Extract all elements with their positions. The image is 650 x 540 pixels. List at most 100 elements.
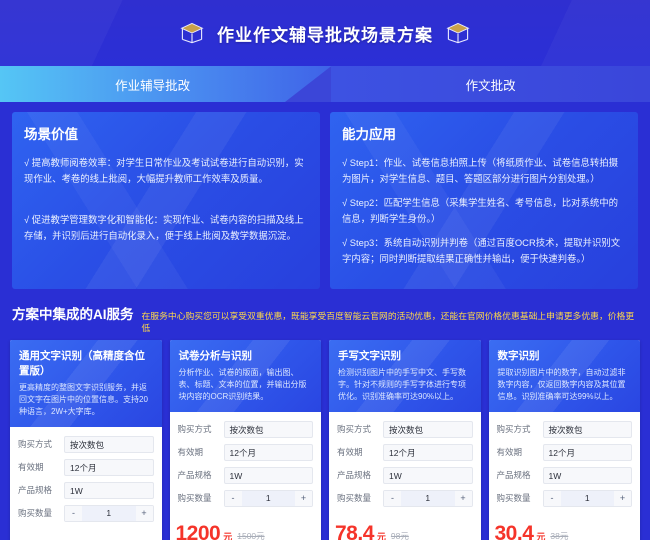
tab-bar: 作业辅导批改 作文批改 xyxy=(0,66,650,102)
scenario-value-panel: 场景价值 √ 提高教师阅卷效率：对学生日常作业及考试试卷进行自动识别，实现作业、… xyxy=(12,112,320,290)
product-card-header: 通用文字识别（高精度含位置版） 更高精度的整图文字识别服务，并返回文字在图片中的… xyxy=(10,339,162,427)
field-validity: 有效期 12个月 xyxy=(18,458,154,476)
product-card-header: 数字识别 提取识别图片中的数字，自动过滤非数字内容，仅返回数字内容及其位置信息。… xyxy=(488,339,640,412)
validity-value[interactable]: 12个月 xyxy=(542,443,632,461)
product-name: 通用文字识别（高精度含位置版） xyxy=(19,349,145,377)
field-label: 购买方式 xyxy=(177,424,212,435)
field-quantity: 购买数量 - 1 + xyxy=(18,504,154,522)
hero-banner: 作业作文辅导批改场景方案 xyxy=(0,0,650,66)
field-purchase-method: 购买方式 按次数包 xyxy=(177,420,313,438)
field-spec: 产品规格 1W xyxy=(177,466,313,484)
capability-step-item: √ Step2：匹配学生信息（采集学生姓名、考号信息，比对系统中的信息，判断学生… xyxy=(342,197,619,224)
product-name: 手写文字识别 xyxy=(338,349,401,362)
quantity-value[interactable]: 1 xyxy=(401,490,455,506)
price-unit: 元 xyxy=(536,531,546,540)
price-unit: 元 xyxy=(376,531,386,540)
scenario-value-item: √ 促进教学管理数字化和智能化：实现作业、试卷内容的扫描及线上存储，并识别后进行… xyxy=(24,214,304,241)
current-price: 78.4 xyxy=(335,521,374,540)
current-price: 30.4 xyxy=(494,521,534,540)
panel-title: 场景价值 xyxy=(24,127,78,142)
spec-value[interactable]: 1W xyxy=(223,466,313,484)
quantity-increment-button[interactable]: + xyxy=(614,490,631,506)
field-label: 产品规格 xyxy=(177,470,212,481)
price-unit: 元 xyxy=(223,531,233,540)
product-name: 数字识别 xyxy=(497,349,540,362)
field-label: 购买数量 xyxy=(18,508,53,519)
original-price: 38元 xyxy=(550,530,569,540)
field-label: 产品规格 xyxy=(18,485,53,496)
quantity-decrement-button[interactable]: - xyxy=(224,490,242,506)
tab-label: 作业辅导批改 xyxy=(115,78,191,93)
tab-essay-grading[interactable]: 作文批改 xyxy=(331,66,650,102)
field-purchase-method: 购买方式 按次数包 xyxy=(337,420,473,438)
quantity-value[interactable]: 1 xyxy=(241,490,295,506)
scenario-value-item: √ 提高教师阅卷效率：对学生日常作业及考试试卷进行自动识别，实现作业、考卷的线上… xyxy=(24,157,304,184)
purchase-method-value[interactable]: 按次数包 xyxy=(64,435,154,453)
field-validity: 有效期 12个月 xyxy=(177,443,313,461)
field-label: 有效期 xyxy=(337,447,363,458)
purchase-method-value[interactable]: 按次数包 xyxy=(383,420,473,438)
field-spec: 产品规格 1W xyxy=(496,466,632,484)
product-card: 试卷分析与识别 分析作业、试卷的版面，输出图、表、标题、文本的位置，并输出分版块… xyxy=(169,339,322,540)
product-card: 数字识别 提取识别图片中的数字，自动过滤非数字内容，仅返回数字内容及其位置信息。… xyxy=(488,339,640,540)
product-description: 更高精度的整图文字识别服务，并返回文字在图片中的位置信息。支持20种语言，2W+… xyxy=(19,382,148,416)
ai-services-title: 方案中集成的AI服务 xyxy=(12,307,134,323)
price-row: 1200 元 1500元 xyxy=(170,517,322,540)
quantity-decrement-button[interactable]: - xyxy=(384,490,401,506)
field-validity: 有效期 12个月 xyxy=(496,443,632,461)
quantity-increment-button[interactable]: + xyxy=(454,490,472,506)
cube-icon xyxy=(445,21,471,45)
product-card-list: 通用文字识别（高精度含位置版） 更高精度的整图文字识别服务，并返回文字在图片中的… xyxy=(0,339,650,540)
purchase-method-value[interactable]: 按次数包 xyxy=(542,420,632,438)
field-quantity: 购买数量 - 1 + xyxy=(337,489,473,507)
field-purchase-method: 购买方式 按次数包 xyxy=(496,420,632,438)
field-label: 有效期 xyxy=(177,447,204,458)
validity-value[interactable]: 12个月 xyxy=(64,458,154,476)
product-card-body: 购买方式 按次数包 有效期 12个月 产品规格 1W 购买数量 - 1 + xyxy=(170,412,322,517)
product-card-header: 试卷分析与识别 分析作业、试卷的版面，输出图、表、标题、文本的位置，并输出分版块… xyxy=(169,339,321,412)
product-description: 提取识别图片中的数字，自动过滤非数字内容，仅返回数字内容及其位置信息。识别准确率… xyxy=(497,367,626,401)
quantity-stepper[interactable]: - 1 + xyxy=(64,504,154,522)
field-label: 有效期 xyxy=(18,462,44,473)
product-card-header: 手写文字识别 检测识别图片中的手写中文、手写数字。针对不规则的手写字体进行专项优… xyxy=(329,339,481,412)
field-label: 产品规格 xyxy=(496,470,531,481)
quantity-decrement-button[interactable]: - xyxy=(65,505,82,521)
original-price: 98元 xyxy=(390,530,409,540)
field-label: 购买方式 xyxy=(496,424,531,435)
ai-services-header: 方案中集成的AI服务 在服务中心购买您可以享受双重优惠，既能享受百度智能云官网的… xyxy=(0,295,650,340)
quantity-stepper[interactable]: - 1 + xyxy=(223,489,313,507)
field-spec: 产品规格 1W xyxy=(337,466,473,484)
ai-services-subtitle: 在服务中心购买您可以享受双重优惠，既能享受百度智能云官网的活动优惠，还能在官网价… xyxy=(141,311,635,333)
page-title: 作业作文辅导批改场景方案 xyxy=(217,25,433,45)
product-name: 试卷分析与识别 xyxy=(178,349,253,362)
quantity-value[interactable]: 1 xyxy=(560,490,614,506)
spec-value[interactable]: 1W xyxy=(383,466,473,484)
capability-step-item: √ Step3：系统自动识别并判卷（通过百度OCR技术，提取并识别文字内容；同时… xyxy=(342,237,621,264)
tab-homework-grading[interactable]: 作业辅导批改 xyxy=(0,66,332,102)
field-label: 购买数量 xyxy=(177,493,212,504)
spec-value[interactable]: 1W xyxy=(542,466,632,484)
product-description: 检测识别图片中的手写中文、手写数字。针对不规则的手写字体进行专项优化。识别准确率… xyxy=(338,367,466,401)
field-label: 有效期 xyxy=(496,447,523,458)
field-validity: 有效期 12个月 xyxy=(337,443,473,461)
product-description: 分析作业、试卷的版面，输出图、表、标题、文本的位置，并输出分版块内容的OCR识别… xyxy=(178,367,307,401)
validity-value[interactable]: 12个月 xyxy=(383,443,473,461)
field-label: 购买方式 xyxy=(337,424,372,435)
purchase-method-value[interactable]: 按次数包 xyxy=(223,420,313,438)
field-quantity: 购买数量 - 1 + xyxy=(497,489,632,507)
product-card: 通用文字识别（高精度含位置版） 更高精度的整图文字识别服务，并返回文字在图片中的… xyxy=(10,339,162,540)
quantity-stepper[interactable]: - 1 + xyxy=(542,489,632,507)
capability-step-item: √ Step1：作业、试卷信息拍照上传（将纸质作业、试卷信息转拍摄为图片，对学生… xyxy=(342,157,619,184)
capability-application-panel: 能力应用 √ Step1：作业、试卷信息拍照上传（将纸质作业、试卷信息转拍摄为图… xyxy=(330,112,638,290)
quantity-increment-button[interactable]: + xyxy=(295,490,312,506)
cube-icon xyxy=(179,21,205,45)
quantity-decrement-button[interactable]: - xyxy=(543,490,561,506)
spec-value[interactable]: 1W xyxy=(64,481,154,499)
validity-value[interactable]: 12个月 xyxy=(223,443,313,461)
quantity-increment-button[interactable]: + xyxy=(135,505,153,521)
current-price: 1200 xyxy=(175,521,221,540)
price-row: 304 元 380元 xyxy=(10,532,162,540)
quantity-value[interactable]: 1 xyxy=(82,505,136,521)
quantity-stepper[interactable]: - 1 + xyxy=(383,489,473,507)
field-label: 购买数量 xyxy=(337,493,372,504)
